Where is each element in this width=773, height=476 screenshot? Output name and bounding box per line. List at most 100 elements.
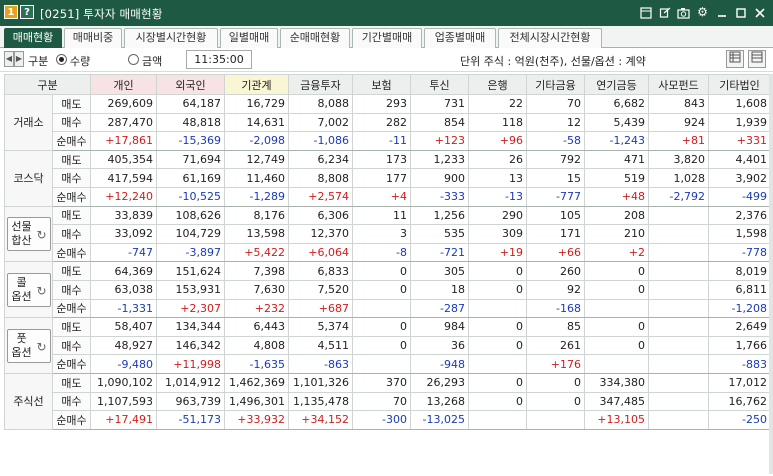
table-cell: 0 [352,261,411,281]
table-cell: 36 [410,335,469,356]
group-label: 코스닥 [4,149,53,207]
table-cell: 14,631 [224,112,289,133]
table-cell: 1,608 [708,94,771,114]
table-cell: -3,897 [156,242,225,263]
header-institution[interactable]: 기관계 [224,74,289,95]
table-cell: 519 [584,168,649,188]
table-cell: 15 [526,168,585,188]
pin-icon[interactable] [638,5,653,20]
table-cell: 1,496,301 [224,391,289,412]
header-financial-investment[interactable]: 금융투자 [288,74,353,95]
table-cell: 26 [468,149,527,170]
help-icon[interactable]: ? [20,5,34,19]
table-cell: 0 [352,335,411,356]
minimize-icon[interactable] [714,5,729,20]
table-cell: 269,609 [90,94,157,114]
header-pension-fund[interactable]: 연기금등 [584,74,649,95]
investor-trading-table: 구분 개인 외국인 기관계 금융투자 보험 투신 은행 기타금융 연기금등 사모… [4,74,771,430]
table-cell: -11 [352,131,411,151]
table-cell: -13 [468,186,527,207]
table-cell: 0 [526,372,585,393]
table-cell: 7,002 [288,112,353,133]
group-label[interactable]: 콜 옵션 ↻ [4,261,53,319]
header-private-fund[interactable]: 사모펀드 [648,74,709,95]
vertical-scrollbar[interactable] [769,74,773,474]
table-row: 매수 1,107,593 963,739 1,496,301 1,135,478 70 13… [5,391,771,412]
table-cell [648,317,709,337]
gear-icon[interactable]: ⚙ [695,5,710,20]
table-cell: +48 [584,186,649,207]
refresh-icon: ↻ [36,227,47,242]
radio-amount-label: 금액 [142,55,163,68]
header-insurance[interactable]: 보험 [352,74,411,95]
tab-period-trading[interactable]: 기간별매매 [352,28,422,48]
tab-all-market-time[interactable]: 전체시장시간현황 [498,28,602,48]
table-cell: -1,331 [90,298,157,319]
table-cell: +34,152 [288,410,353,430]
table-cell: 2,649 [708,317,771,337]
next-arrow-icon[interactable]: ▶ [14,51,24,67]
table-cell: 1,014,912 [156,372,225,393]
grid-icon[interactable] [748,50,766,68]
group-toggle-button[interactable]: 콜 옵션 ↻ [6,272,51,307]
table-cell: 0 [468,317,527,337]
table-cell: 8,808 [288,168,353,188]
row-label: 매수 [52,112,91,133]
table-row: 순매수 +12,240 -10,525 -1,289 +2,574 +4 -333 -13 -7… [5,186,771,207]
table-cell [584,298,649,319]
table-cell: 261 [526,335,585,356]
close-icon[interactable] [752,5,767,20]
table-cell: 1,939 [708,112,771,133]
tab-trading-status[interactable]: 매매현황 [4,28,62,48]
time-input[interactable]: 11:35:00 [186,50,252,69]
table-cell: 0 [584,279,649,300]
header-individual[interactable]: 개인 [90,74,157,95]
list-icon[interactable] [726,50,744,68]
row-label: 매수 [52,168,91,188]
camera-icon[interactable] [676,5,691,20]
table-cell: -168 [526,298,585,319]
header-other-corporation[interactable]: 기타법인 [708,74,771,95]
table-cell [352,298,411,319]
table-cell: 6,682 [584,94,649,114]
window-controls: ⚙ [638,5,767,21]
table-row: 순매수 +17,491 -51,173 +33,932 +34,152 -300 -13,0… [5,410,771,430]
table-cell: 8,088 [288,94,353,114]
table-cell: 0 [352,317,411,337]
table-cell: 370 [352,372,411,393]
tab-market-time-status[interactable]: 시장별시간현황 [124,28,218,48]
header-foreigner[interactable]: 외국인 [156,74,225,95]
radio-quantity[interactable] [56,54,67,65]
group-toggle-button[interactable]: 풋 옵션 ↻ [6,328,51,363]
header-bank[interactable]: 은행 [468,74,527,95]
window-number-badge[interactable]: 1 [4,5,18,19]
table-cell [648,279,709,300]
table-row: 주식선 매도 1,090,102 1,014,912 1,462,369 1,101,32… [4,372,771,430]
table-cell: 7,520 [288,279,353,300]
group-label[interactable]: 풋 옵션 ↻ [4,317,53,374]
header-investment-trust[interactable]: 투신 [410,74,469,95]
row-label: 매도 [52,149,91,170]
tab-net-trading[interactable]: 순매매현황 [280,28,350,48]
maximize-icon[interactable] [733,5,748,20]
table-cell: 0 [468,391,527,412]
table-cell: 854 [410,112,469,133]
table-cell [648,298,709,319]
table-cell: -1,086 [288,131,353,151]
tab-trading-ratio[interactable]: 매매비중 [64,28,122,48]
group-label[interactable]: 선물 합산 ↻ [4,205,53,263]
table-row: 코스닥 매도 405,354 71,694 12,749 6,234 173 1,233 26 7… [4,149,771,207]
group-toggle-button[interactable]: 선물 합산 ↻ [6,216,51,251]
link-icon[interactable] [657,5,672,20]
table-cell: 3,902 [708,168,771,188]
header-other-financial[interactable]: 기타금융 [526,74,585,95]
table-cell: 13,268 [410,391,469,412]
table-cell: 13 [468,168,527,188]
prev-arrow-icon[interactable]: ◀ [4,51,14,67]
table-cell: 173 [352,149,411,170]
table-cell: 1,107,593 [90,391,157,412]
radio-amount[interactable] [128,54,139,65]
tab-sector-trading[interactable]: 업종별매매 [424,28,496,48]
table-cell: +96 [468,131,527,151]
tab-daily-trading[interactable]: 일별매매 [220,28,278,48]
